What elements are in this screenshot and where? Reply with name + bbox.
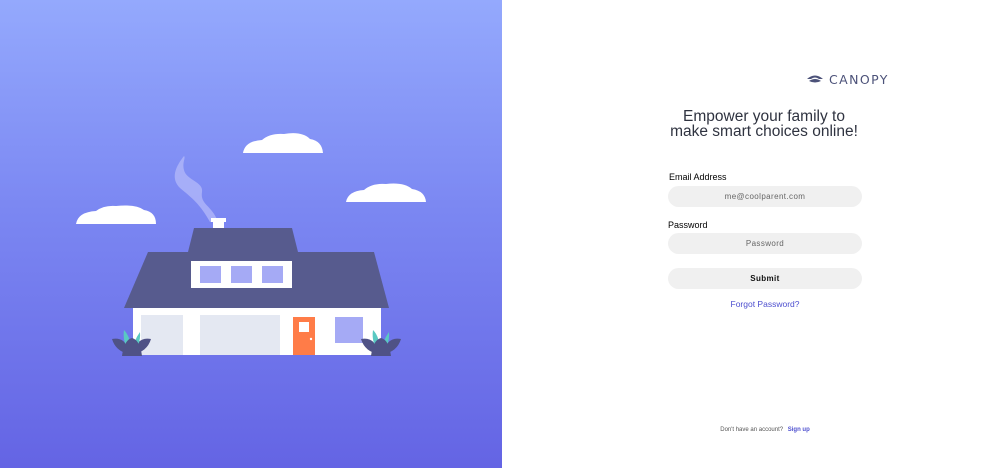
- headline-line-1: Empower your family to: [683, 108, 845, 125]
- signup-row: Don't have an account? Sign up: [668, 427, 862, 433]
- brand-name: CANOPY: [829, 71, 889, 87]
- brand-logo: CANOPY: [806, 70, 889, 88]
- canopy-logo-icon: [807, 75, 823, 83]
- upper-roof: [188, 228, 298, 252]
- garage-door: [200, 315, 280, 355]
- signup-link[interactable]: Sign up: [788, 427, 810, 433]
- cloud-right: [346, 183, 426, 202]
- headline: Empower your family to make smart choice…: [642, 108, 886, 140]
- password-field[interactable]: [668, 233, 862, 254]
- headline-line-2: make smart choices online!: [670, 123, 858, 140]
- login-panel: CANOPY Empower your family to make smart…: [502, 0, 1000, 468]
- email-label: Email Address: [669, 172, 727, 182]
- garage-left: [141, 315, 183, 355]
- chimney-smoke: [174, 156, 218, 222]
- cloud-left: [76, 205, 156, 224]
- email-field[interactable]: [668, 186, 862, 207]
- house-illustration: [76, 133, 426, 356]
- forgot-password-link[interactable]: Forgot Password?: [668, 299, 862, 309]
- side-window: [335, 317, 363, 343]
- hero-panel: [0, 0, 502, 468]
- submit-button[interactable]: Submit: [668, 268, 862, 289]
- cloud-top: [243, 133, 323, 153]
- password-label: Password: [668, 220, 708, 230]
- no-account-text: Don't have an account?: [720, 427, 784, 433]
